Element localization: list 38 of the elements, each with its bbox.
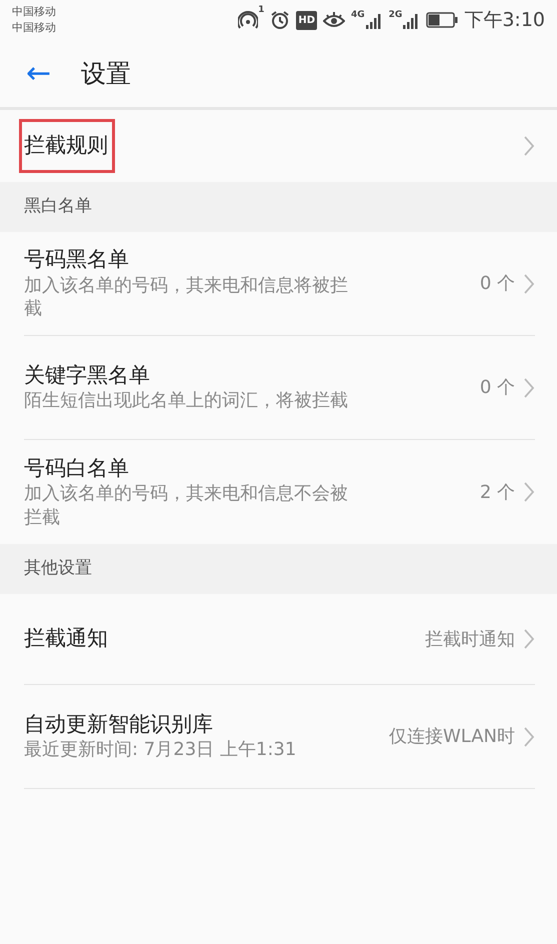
carrier-name: 中国移动 [12, 20, 56, 36]
row-subtitle: 陌生短信出现此名单上的词汇，将被拦截 [24, 389, 349, 413]
row-title: 号码黑名单 [24, 246, 130, 274]
row-value: 拦截时通知 [425, 628, 515, 652]
page-title: 设置 [81, 58, 132, 90]
row-value: 0 个 [480, 272, 515, 296]
row-title: 拦截通知 [24, 625, 109, 652]
chevron-icon [523, 376, 535, 398]
battery-icon [426, 12, 458, 28]
chevron-icon [523, 272, 535, 294]
chevron-icon [523, 726, 535, 748]
alarm-icon [270, 10, 290, 30]
hotspot-count: 1 [258, 6, 264, 15]
status-time: 下午3:10 [464, 8, 545, 33]
row-subtitle: 最近更新时间: 7月23日 上午1:31 [24, 738, 298, 762]
row-title: 拦截规则 [22, 122, 112, 170]
back-button[interactable]: ← [26, 58, 52, 88]
row-value: 0 个 [480, 376, 515, 400]
chevron-icon [523, 135, 535, 157]
eye-icon [323, 11, 346, 29]
row-title: 关键字黑名单 [24, 362, 151, 390]
row-subtitle: 加入该名单的号码，其来电和信息不会被拦截 [24, 482, 349, 530]
section-header: 其他设置 [0, 544, 557, 594]
hotspot-icon [238, 10, 258, 30]
chevron-icon [523, 628, 535, 650]
row-value: 仅连接WLAN时 [388, 725, 515, 749]
network-type: 2G [388, 11, 402, 20]
signal-icon [364, 11, 383, 29]
row-title: 自动更新智能识别库 [24, 711, 214, 738]
row-subtitle: 加入该名单的号码，其来电和信息将被拦截 [24, 274, 349, 321]
row-value: 2 个 [480, 480, 515, 504]
chevron-icon [523, 481, 535, 503]
hd-badge: HD [296, 10, 318, 30]
signal-icon [402, 11, 420, 29]
section-header: 黑白名单 [0, 182, 557, 232]
carrier-name: 中国移动 [12, 4, 56, 20]
row-title: 号码白名单 [24, 454, 130, 482]
network-type: 4G [351, 11, 365, 20]
